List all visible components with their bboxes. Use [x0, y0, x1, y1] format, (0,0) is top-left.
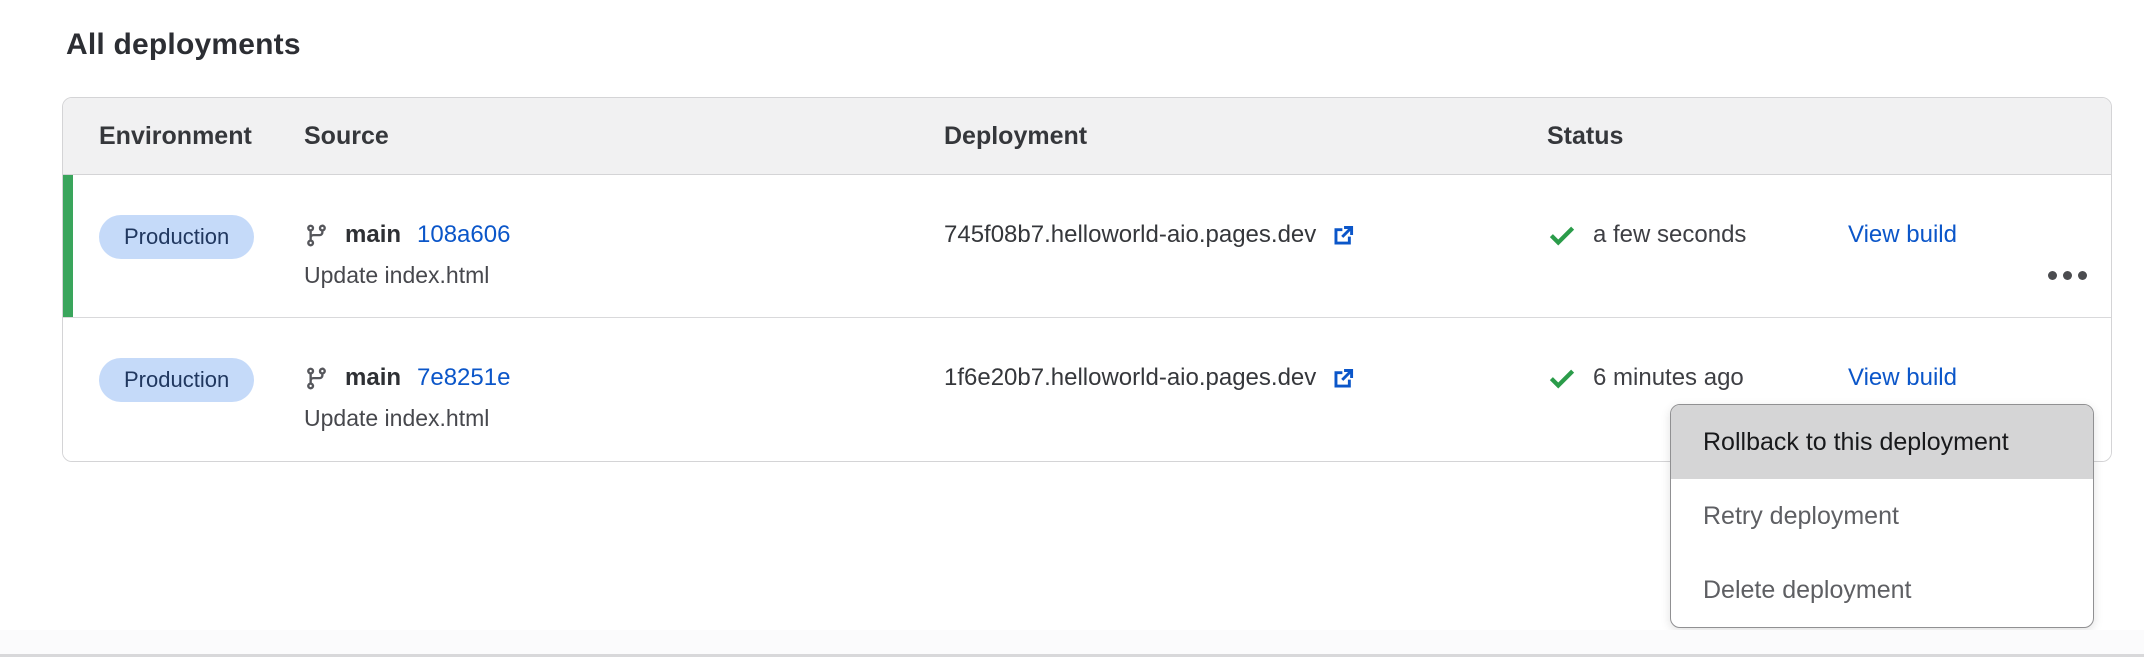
deployment-options-button[interactable]	[2042, 255, 2093, 295]
view-build-link[interactable]: View build	[1848, 364, 1957, 392]
column-header-environment: Environment	[63, 122, 304, 151]
page-title: All deployments	[66, 28, 301, 62]
external-link-icon[interactable]	[1330, 365, 1357, 392]
deployment-status-time: 6 minutes ago	[1593, 364, 1744, 392]
success-check-icon	[1547, 363, 1577, 393]
git-branch-icon	[304, 365, 329, 392]
column-header-deployment: Deployment	[944, 122, 1547, 151]
menu-item-retry[interactable]: Retry deployment	[1671, 479, 2093, 553]
column-header-source: Source	[304, 122, 944, 151]
current-deployment-indicator	[63, 175, 73, 317]
menu-item-rollback[interactable]: Rollback to this deployment	[1671, 405, 2093, 479]
branch-name: main	[345, 221, 401, 249]
deployment-context-menu: Rollback to this deployment Retry deploy…	[1670, 404, 2094, 628]
external-link-icon[interactable]	[1330, 222, 1357, 249]
column-header-status: Status	[1547, 122, 1848, 151]
page-bottom-divider	[0, 654, 2144, 657]
deployments-page: All deployments Environment Source Deplo…	[0, 0, 2144, 662]
deployment-row-current: Production main 108a606 Update index.htm…	[63, 175, 2111, 318]
environment-badge: Production	[99, 215, 254, 259]
table-header-row: Environment Source Deployment Status	[63, 98, 2111, 175]
deployment-url: 1f6e20b7.helloworld-aio.pages.dev	[944, 364, 1316, 392]
commit-message: Update index.html	[304, 257, 944, 293]
branch-name: main	[345, 364, 401, 392]
git-branch-icon	[304, 222, 329, 249]
commit-message: Update index.html	[304, 400, 944, 436]
success-check-icon	[1547, 220, 1577, 250]
deployment-status-time: a few seconds	[1593, 221, 1746, 249]
commit-link[interactable]: 7e8251e	[417, 364, 510, 392]
view-build-link[interactable]: View build	[1848, 221, 1957, 249]
deployment-url: 745f08b7.helloworld-aio.pages.dev	[944, 221, 1316, 249]
menu-item-delete[interactable]: Delete deployment	[1671, 553, 2093, 627]
environment-badge: Production	[99, 358, 254, 402]
commit-link[interactable]: 108a606	[417, 221, 510, 249]
page-footer-band	[0, 630, 2144, 654]
